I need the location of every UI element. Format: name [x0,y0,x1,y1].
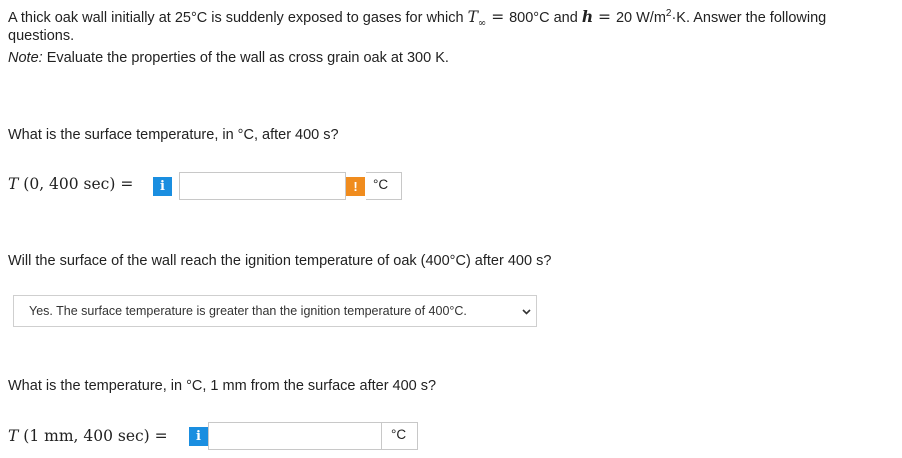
unit-label: °C [373,177,389,192]
h-unit-rest: ·K. Answer the following [671,9,827,26]
chevron-down-icon [522,309,531,315]
equation-args: (1 mm, 400 sec) = [23,427,168,445]
info-icon[interactable]: i [189,427,208,446]
ignition-answer-dropdown[interactable]: Yes. The surface temperature is greater … [13,295,537,327]
problem-statement-line2: questions. [8,28,75,44]
info-icon[interactable]: i [153,177,172,196]
warning-icon[interactable]: ! [346,177,365,196]
h-value: 20 W/m [615,9,666,26]
problem-statement-line1: A thick oak wall initially at 25°C is su… [8,3,826,35]
t-symbol: T [8,427,19,445]
question-2-text: Will the surface of the wall reach the i… [8,253,552,269]
note-label: Note: [8,50,43,66]
note-text: Evaluate the properties of the wall as c… [42,50,449,66]
t-infinity-value: 800°C and [509,9,578,26]
question-3-equation: T (1 mm, 400 sec) = [8,427,168,445]
h-symbol: h [581,6,594,26]
intro-text: A thick oak wall initially at 25°C is su… [8,9,464,26]
temperature-1mm-input[interactable] [208,422,382,450]
question-1-text: What is the surface temperature, in °C, … [8,127,339,143]
t-symbol: T [8,175,19,193]
surface-temperature-input[interactable] [179,172,346,200]
note: Note: Evaluate the properties of the wal… [8,47,449,69]
t-infinity-symbol: T∞ [467,7,487,29]
equation-args: (0, 400 sec) = [23,175,134,193]
equals-sign: = [486,7,510,26]
dropdown-selected-value: Yes. The surface temperature is greater … [29,304,467,318]
question-3-text: What is the temperature, in °C, 1 mm fro… [8,378,437,394]
question-1-equation: T (0, 400 sec) = [8,175,133,193]
unit-label: °C [391,427,407,442]
equals-sign: = [593,7,616,26]
